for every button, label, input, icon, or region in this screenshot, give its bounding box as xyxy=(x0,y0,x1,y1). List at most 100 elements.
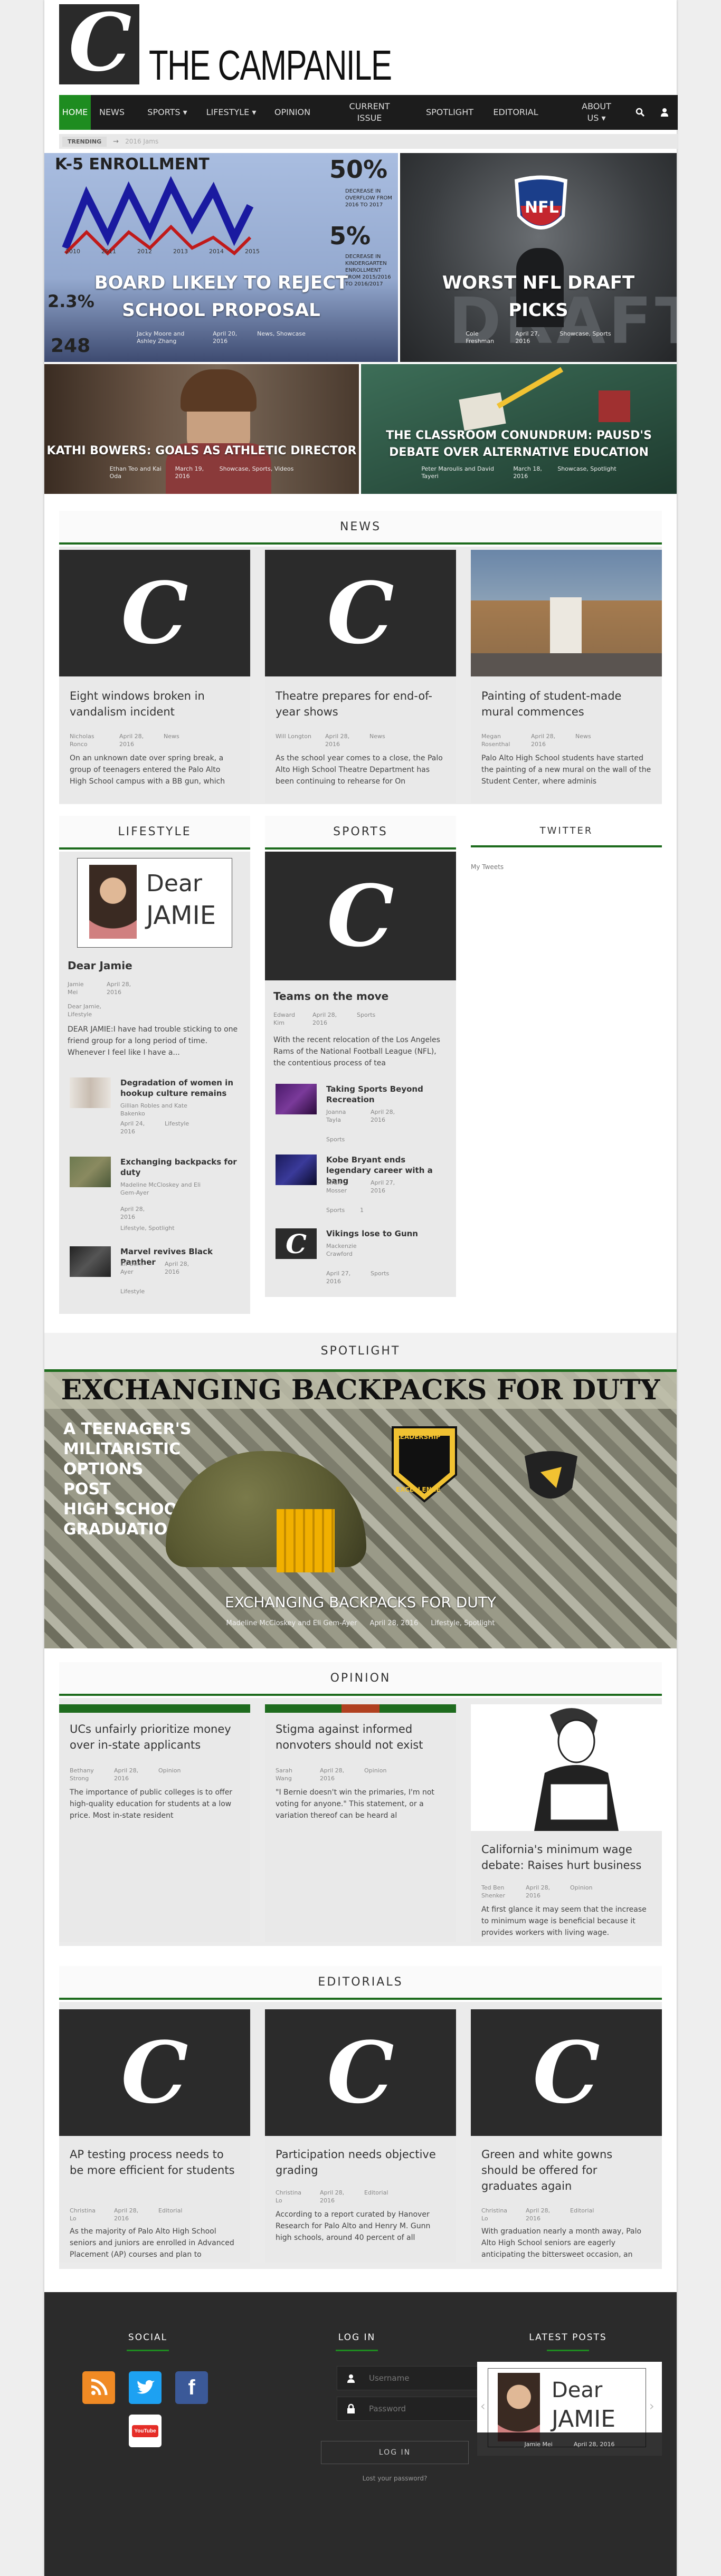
author[interactable]: Bethany Strong xyxy=(70,1767,101,1782)
rss-icon[interactable] xyxy=(82,2371,115,2404)
spotlight-title[interactable]: EXCHANGING BACKPACKS FOR DUTY xyxy=(44,1594,677,1611)
editorial-card[interactable]: C Participation needs objective grading … xyxy=(265,2009,456,2263)
card-title[interactable]: Participation needs objective grading xyxy=(276,2146,445,2178)
categories[interactable]: Showcase, Sports, Videos xyxy=(220,465,294,480)
lost-password-link[interactable]: Lost your password? xyxy=(321,2475,469,2482)
hero-title[interactable]: BOARD LIKELY TO REJECT SCHOOL PROPOSAL xyxy=(44,269,398,324)
category[interactable]: News xyxy=(164,732,179,748)
card-title[interactable]: California's minimum wage debate: Raises… xyxy=(481,1842,651,1873)
author[interactable]: Cole Freshman xyxy=(466,330,502,345)
card-title[interactable]: Painting of student-made mural commences xyxy=(481,688,651,720)
facebook-icon[interactable]: f xyxy=(175,2371,208,2404)
author[interactable]: Christina Lo xyxy=(70,2207,101,2222)
author[interactable]: Megan Rosenthal xyxy=(481,732,518,748)
dear-jamie-image[interactable]: Dear JAMIE xyxy=(77,858,232,948)
category[interactable]: Opinion xyxy=(158,1767,181,1782)
author[interactable]: Will Longton xyxy=(276,732,312,748)
author[interactable]: Jamie Mei xyxy=(525,2441,553,2448)
item-author[interactable]: Madeline McCloskey and Eli Gem-Ayer xyxy=(120,1181,210,1197)
list-item[interactable]: Exchanging backpacks for duty Madeline M… xyxy=(70,1157,240,1236)
youtube-icon[interactable]: YouTube xyxy=(129,2415,162,2447)
card-title[interactable]: UCs unfairly prioritize money over in-st… xyxy=(70,1721,240,1753)
nav-news[interactable]: NEWS xyxy=(91,95,133,130)
twitter-icon[interactable] xyxy=(129,2371,162,2404)
item-author[interactable]: Gillian Robles and Kate Bakenko xyxy=(120,1102,189,1118)
editorial-card[interactable]: C AP testing process needs to be more ef… xyxy=(59,2009,250,2263)
author[interactable]: Nicholas Ronco xyxy=(70,732,107,748)
opinion-card[interactable]: Stigma against informed nonvoters should… xyxy=(265,1704,456,1942)
author[interactable]: Christina Lo xyxy=(481,2207,513,2222)
category[interactable]: Editorial xyxy=(158,2207,182,2222)
category[interactable]: Editorial xyxy=(570,2207,594,2222)
nav-lifestyle[interactable]: LIFESTYLE ▾ xyxy=(200,95,263,130)
nav-spotlight[interactable]: SPOTLIGHT xyxy=(418,95,481,130)
feature-title[interactable]: Teams on the move xyxy=(273,990,388,1003)
author[interactable]: Peter Maroulis and David Tayeri xyxy=(421,465,500,480)
item-category[interactable]: Lifestyle xyxy=(165,1120,240,1128)
item-author[interactable]: Joanna Tayla xyxy=(326,1108,358,1124)
categories[interactable]: Lifestyle, Spotlight xyxy=(431,1620,495,1627)
nav-about-us[interactable]: ABOUT US ▾ xyxy=(565,95,628,130)
news-card[interactable]: Painting of student-made mural commences… xyxy=(471,550,662,803)
site-title[interactable]: THE CAMPANILE xyxy=(149,41,392,90)
nav-sports[interactable]: SPORTS ▾ xyxy=(138,95,196,130)
spotlight-feature[interactable]: EXCHANGING BACKPACKS FOR DUTY A TEENAGER… xyxy=(44,1372,677,1648)
card-title[interactable]: Green and white gowns should be offered … xyxy=(481,2146,651,2194)
user-icon[interactable] xyxy=(652,95,677,130)
feature-title[interactable]: Dear Jamie xyxy=(68,959,132,972)
list-item[interactable]: Kobe Bryant ends legendary career with a… xyxy=(276,1155,445,1218)
item-title[interactable]: Vikings lose to Gunn xyxy=(326,1228,445,1239)
search-icon[interactable] xyxy=(628,95,652,130)
author[interactable]: Ted Ben Shenker xyxy=(481,1884,513,1900)
spotlight-heading[interactable]: SPOTLIGHT xyxy=(44,1333,677,1372)
hero-story-nfl[interactable]: DRAFT NFL WORST NFL DRAFT PICKS Cole Fre… xyxy=(400,153,677,362)
author[interactable]: Sarah Wang xyxy=(276,1767,307,1782)
list-item[interactable]: C Vikings lose to Gunn Mackenzie Crawfor… xyxy=(276,1228,445,1286)
news-card[interactable]: C Theatre prepares for end-of-year shows… xyxy=(265,550,456,803)
item-category[interactable]: Sports xyxy=(371,1270,445,1277)
hero-title[interactable]: THE CLASSROOM CONUNDRUM: PAUSD'S DEBATE … xyxy=(361,427,677,461)
news-card[interactable]: C Eight windows broken in vandalism inci… xyxy=(59,550,250,803)
item-author[interactable]: Eli Gem-Ayer xyxy=(120,1260,152,1276)
list-item[interactable]: Marvel revives Black Panther Eli Gem-Aye… xyxy=(70,1246,240,1304)
feature-image[interactable]: C xyxy=(265,852,456,980)
item-title[interactable]: Exchanging backpacks for duty xyxy=(120,1157,240,1178)
author[interactable]: Christina Lo xyxy=(276,2189,307,2205)
hero-title[interactable]: KATHI BOWERS: GOALS AS ATHLETIC DIRECTOR xyxy=(44,443,359,459)
categories[interactable]: Showcase, Sports xyxy=(559,330,611,345)
opinion-card[interactable]: California's minimum wage debate: Raises… xyxy=(471,1704,662,1942)
nav-editorial[interactable]: EDITORIAL xyxy=(487,95,545,130)
news-heading[interactable]: NEWS xyxy=(59,511,662,545)
card-title[interactable]: Stigma against informed nonvoters should… xyxy=(276,1721,445,1753)
nav-current-issue[interactable]: CURRENT ISSUE xyxy=(338,95,401,130)
item-author[interactable]: Eiran Mosser xyxy=(326,1179,358,1195)
site-logo[interactable]: C xyxy=(59,0,139,88)
categories[interactable]: News, Showcase xyxy=(257,330,306,345)
hero-story-bowers[interactable]: KATHI BOWERS: GOALS AS ATHLETIC DIRECTOR… xyxy=(44,364,359,494)
nav-home[interactable]: HOME xyxy=(59,95,91,130)
author[interactable]: Edward Kim xyxy=(273,1011,300,1027)
feature-categories[interactable]: Dear Jamie, Lifestyle xyxy=(68,1003,110,1018)
card-title[interactable]: Eight windows broken in vandalism incide… xyxy=(70,688,240,720)
chevron-left-icon[interactable]: ‹ xyxy=(480,2399,486,2413)
item-category[interactable]: Sports xyxy=(326,1136,445,1143)
category[interactable]: News xyxy=(369,732,385,748)
card-title[interactable]: AP testing process needs to be more effi… xyxy=(70,2146,240,2178)
opinion-heading[interactable]: OPINION xyxy=(59,1662,662,1696)
password-field[interactable]: Password xyxy=(337,2397,482,2421)
item-title[interactable]: Degradation of women in hookup culture r… xyxy=(120,1077,240,1099)
chevron-right-icon[interactable]: › xyxy=(649,2399,654,2413)
lifestyle-heading[interactable]: LIFESTYLE xyxy=(59,816,250,850)
list-item[interactable]: Degradation of women in hookup culture r… xyxy=(70,1077,240,1136)
hero-story-classroom[interactable]: THE CLASSROOM CONUNDRUM: PAUSD'S DEBATE … xyxy=(361,364,677,494)
latest-post-slider[interactable]: Dear JAMIE ‹ › Jamie Mei April 28, 2016 xyxy=(477,2362,662,2456)
nav-opinion[interactable]: OPINION xyxy=(266,95,319,130)
item-title[interactable]: Taking Sports Beyond Recreation xyxy=(326,1084,445,1105)
twitter-heading[interactable]: TWITTER xyxy=(471,816,662,847)
category[interactable]: Editorial xyxy=(364,2189,388,2205)
list-item[interactable]: Taking Sports Beyond Recreation Joanna T… xyxy=(276,1084,445,1143)
comment-count[interactable]: 1 xyxy=(360,1206,445,1214)
category[interactable]: News xyxy=(575,732,591,748)
author[interactable]: Jamie Mei xyxy=(68,980,94,996)
card-title[interactable]: Theatre prepares for end-of-year shows xyxy=(276,688,445,720)
